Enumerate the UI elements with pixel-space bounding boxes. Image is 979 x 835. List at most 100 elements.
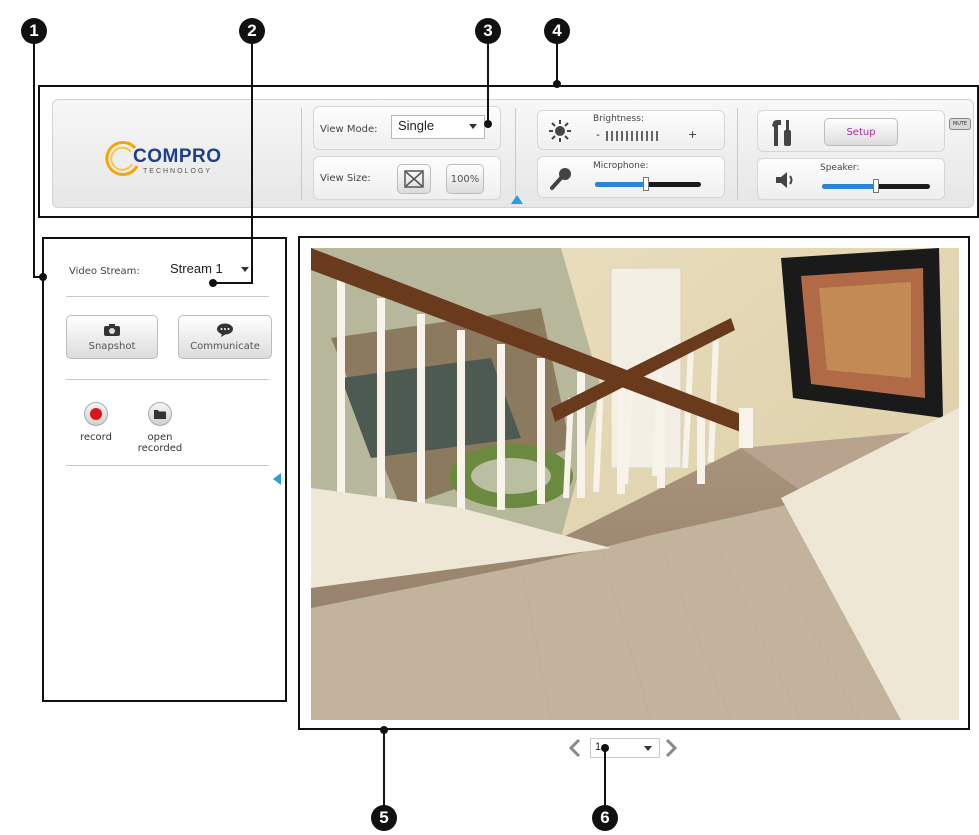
chevron-down-icon	[469, 124, 477, 129]
speaker-slider-fill	[822, 184, 876, 189]
camera-icon	[104, 323, 120, 336]
compro-logo: COMPRO TECHNOLOGY	[101, 140, 251, 180]
toolbar-divider	[737, 108, 738, 200]
callout-6: 6	[592, 805, 618, 831]
microphone-group: Microphone:	[537, 156, 725, 198]
microphone-slider-fill	[595, 182, 646, 187]
speaker-label: Speaker:	[820, 163, 860, 173]
collapse-toolbar-arrow[interactable]	[511, 195, 523, 204]
setup-group: Setup	[757, 110, 945, 152]
microphone-icon	[548, 166, 574, 196]
brightness-tick	[606, 131, 608, 141]
setup-button[interactable]: Setup	[824, 118, 898, 146]
callout-4: 4	[544, 18, 570, 44]
sun-icon	[546, 119, 574, 143]
communicate-label: Communicate	[190, 340, 260, 352]
brightness-tick	[646, 131, 648, 141]
video-stream-select[interactable]: Stream 1	[164, 259, 256, 281]
callout-3-dot	[484, 120, 492, 128]
callout-5-dot	[380, 726, 388, 734]
toolbar-panel: COMPRO TECHNOLOGY View Mode: Single View…	[52, 99, 974, 208]
callout-1-line	[33, 44, 35, 277]
view-mode-select[interactable]: Single	[391, 115, 485, 139]
fit-screen-button[interactable]	[397, 164, 431, 194]
callout-4-line	[556, 44, 558, 84]
brightness-tick	[611, 131, 613, 141]
snapshot-button[interactable]: Snapshot	[66, 315, 158, 359]
tools-icon	[770, 119, 796, 151]
setup-button-label: Setup	[846, 126, 876, 138]
callout-1: 1	[21, 18, 47, 44]
open-recorded-button[interactable]	[148, 402, 172, 426]
toolbar-divider	[515, 108, 516, 200]
callout-2: 2	[239, 18, 265, 44]
communicate-button[interactable]: Communicate	[178, 315, 272, 359]
brightness-plus: +	[688, 128, 698, 141]
brightness-tick	[616, 131, 618, 141]
chevron-right-icon	[665, 738, 678, 758]
callout-3: 3	[475, 18, 501, 44]
top-toolbar: COMPRO TECHNOLOGY View Mode: Single View…	[38, 85, 979, 218]
video-view-frame	[298, 236, 970, 730]
brightness-minus: -	[596, 128, 600, 141]
speaker-slider-knob[interactable]	[873, 179, 879, 193]
callout-3-line	[487, 44, 489, 124]
callout-2-dot	[209, 279, 217, 287]
page-next-button[interactable]	[664, 738, 678, 758]
view-size-group: View Size: 100%	[313, 156, 501, 200]
chevron-down-icon	[644, 746, 652, 751]
live-video-feed[interactable]	[311, 248, 959, 720]
speaker-group: Speaker:	[757, 158, 945, 200]
panel-divider	[66, 465, 269, 466]
open-recorded-label: open recorded	[137, 432, 183, 454]
view-mode-value: Single	[398, 118, 435, 133]
logo-name: COMPRO	[133, 146, 222, 167]
brightness-tick	[626, 131, 628, 141]
left-control-panel: Video Stream: Stream 1 Snapshot Communic…	[42, 237, 287, 702]
microphone-slider-knob[interactable]	[642, 177, 649, 191]
logo-subtitle: TECHNOLOGY	[143, 168, 213, 175]
callout-5-line	[383, 730, 385, 806]
chevron-down-icon	[241, 267, 249, 272]
brightness-tick	[651, 131, 653, 141]
view-size-label: View Size:	[320, 173, 371, 184]
brightness-tick	[636, 131, 638, 141]
folder-icon	[154, 410, 166, 419]
staircase-scene	[311, 248, 959, 720]
speaker-slider[interactable]	[822, 179, 930, 193]
brightness-group: Brightness: - +	[537, 110, 725, 150]
panel-divider	[66, 379, 269, 380]
view-mode-label: View Mode:	[320, 124, 378, 135]
microphone-slider[interactable]	[595, 177, 701, 191]
fit-screen-icon	[404, 170, 424, 188]
callout-2-line	[251, 44, 253, 284]
toolbar-divider	[301, 108, 302, 200]
speech-bubble-icon	[217, 323, 233, 337]
brightness-tick	[621, 131, 623, 141]
record-dot-icon	[90, 408, 102, 420]
collapse-panel-arrow[interactable]	[273, 473, 281, 485]
page-prev-button[interactable]	[568, 738, 582, 758]
snapshot-label: Snapshot	[88, 340, 136, 352]
callout-6-dot	[601, 744, 609, 752]
record-label: record	[80, 432, 112, 443]
callout-6-line	[604, 748, 606, 806]
speaker-icon	[774, 170, 796, 194]
brightness-ticks	[606, 131, 686, 141]
chevron-left-icon	[568, 738, 581, 758]
video-stream-label: Video Stream:	[69, 266, 140, 277]
callout-1-dot	[39, 273, 47, 281]
record-button[interactable]	[84, 402, 108, 426]
mute-badge-label: MUTE	[952, 121, 968, 127]
brightness-tick	[656, 131, 658, 141]
brightness-label: Brightness:	[593, 114, 644, 124]
mute-badge[interactable]: MUTE	[949, 118, 971, 130]
brightness-slider[interactable]: - +	[596, 128, 698, 143]
view-mode-group: View Mode: Single	[313, 106, 501, 150]
panel-divider	[66, 296, 269, 297]
brightness-tick	[641, 131, 643, 141]
zoom-100-button[interactable]: 100%	[446, 164, 484, 194]
video-stream-value: Stream 1	[170, 261, 223, 276]
callout-4-dot	[553, 80, 561, 88]
brightness-tick	[631, 131, 633, 141]
